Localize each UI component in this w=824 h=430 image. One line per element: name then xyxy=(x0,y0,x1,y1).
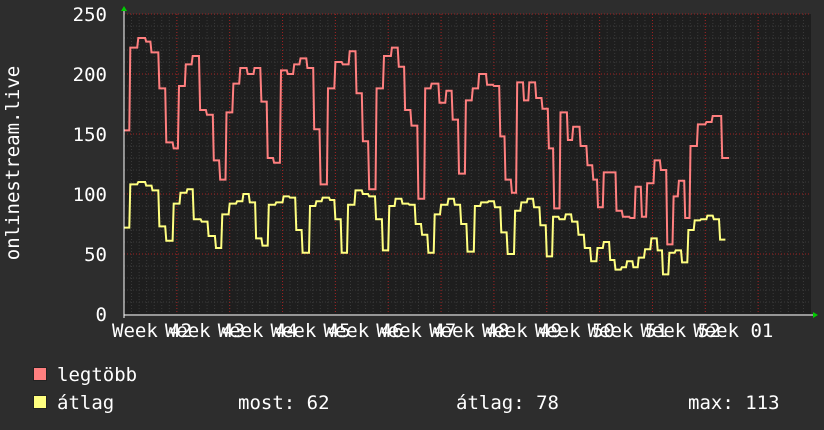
y-tick-label: 50 xyxy=(84,244,107,266)
chart-panel: onlinestream.live 0 50 100 150 200 250 Week 4… xyxy=(0,0,824,430)
legend-swatch-avg xyxy=(33,394,47,409)
legend-swatch-max xyxy=(33,366,47,381)
y-tick-label: 100 xyxy=(73,184,107,206)
legend-label-avg: átlag xyxy=(57,392,115,414)
x-tick-label: Week 01 xyxy=(693,320,773,342)
plot-area xyxy=(124,14,811,314)
y-tick-label: 0 xyxy=(96,304,107,326)
stat-average: átlag: 78 xyxy=(456,392,559,414)
legend-label-max: legtöbb xyxy=(57,364,138,386)
y-tick-label: 150 xyxy=(73,124,107,146)
y-tick-label: 200 xyxy=(73,64,107,86)
legend-item-avg: átlag xyxy=(33,391,114,415)
line-chart: 050100150200250 Week 42Week 43Week 44Wee… xyxy=(73,4,818,342)
stat-max: max: 113 xyxy=(688,392,780,414)
y-tick-label: 250 xyxy=(73,4,107,26)
legend-item-max: legtöbb xyxy=(33,363,137,387)
y-axis-arrow xyxy=(121,6,127,11)
stat-now: most: 62 xyxy=(238,392,330,414)
x-axis-arrow xyxy=(813,312,818,318)
